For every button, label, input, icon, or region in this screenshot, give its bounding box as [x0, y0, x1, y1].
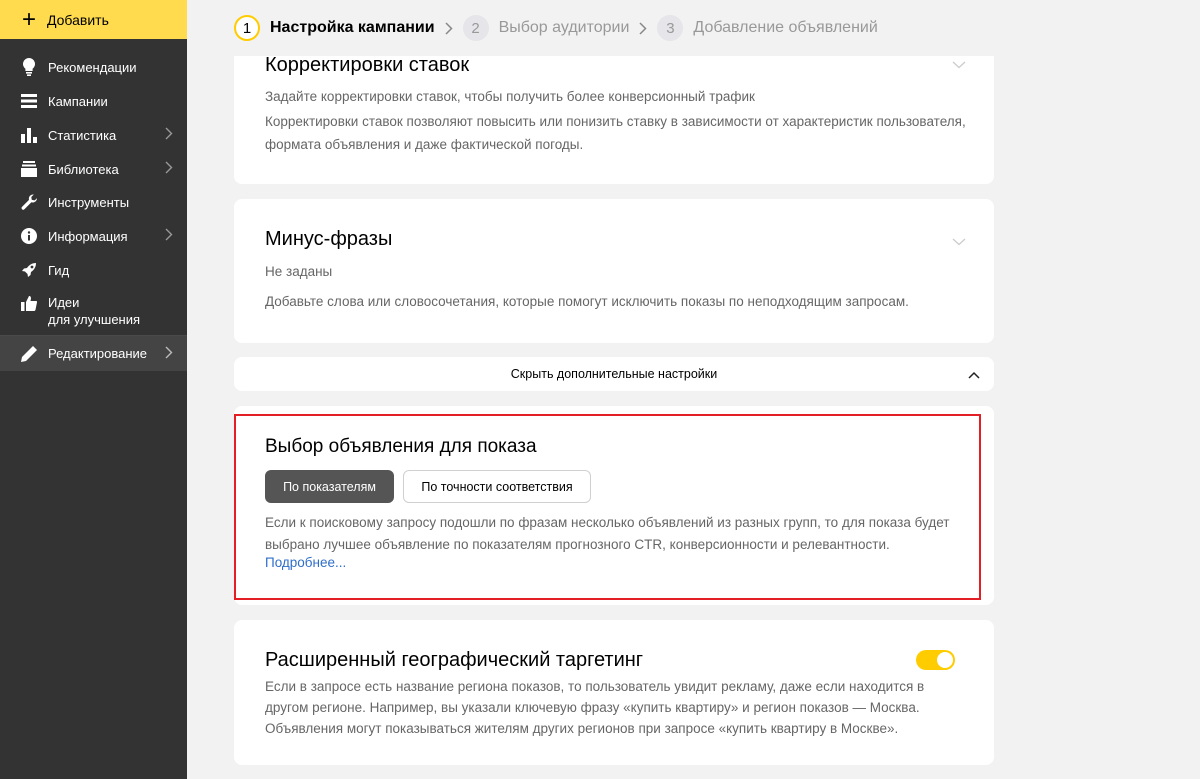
chevron-right-icon	[165, 346, 173, 362]
step-2-number: 2	[462, 15, 489, 41]
step-1-number: 1	[234, 15, 260, 41]
sidebar-item-editing[interactable]: Редактирование	[0, 336, 187, 371]
geo-targeting-title: Расширенный географический таргетинг	[265, 649, 644, 671]
option-by-match-accuracy-button[interactable]: По точности соответствия	[403, 470, 591, 503]
sidebar-item-library[interactable]: Библиотека	[0, 152, 187, 186]
step-3-label[interactable]: Добавление объявлений	[693, 19, 877, 37]
add-button[interactable]: + Добавить	[0, 0, 187, 39]
more-link[interactable]: Подробнее...	[265, 555, 346, 570]
info-icon	[20, 227, 38, 245]
sidebar-item-label: Статистика	[48, 127, 117, 143]
negative-phrases-description: Добавьте слова или словосочетания, котор…	[265, 294, 909, 309]
sidebar-item-label: Инструменты	[48, 194, 130, 210]
stepper: 1 Настройка кампании 2 Выбор аудитории 3…	[234, 13, 878, 43]
negative-phrases-card[interactable]: Минус-фразы Не заданы Добавьте слова или…	[234, 199, 994, 343]
geo-targeting-toggle[interactable]	[916, 650, 955, 670]
sidebar-item-campaigns[interactable]: Кампании	[0, 84, 187, 118]
negative-phrases-title: Минус-фразы	[265, 228, 393, 250]
bid-adjustments-title: Корректировки ставок	[265, 54, 470, 76]
list-icon	[20, 92, 38, 110]
sidebar-item-label: Идеи для улучшения	[48, 294, 140, 328]
sidebar-item-label: Кампании	[48, 93, 108, 109]
sidebar-item-recommendations[interactable]: Рекомендации	[0, 50, 187, 84]
bar-chart-icon	[20, 126, 38, 144]
chevron-down-icon[interactable]	[952, 56, 966, 74]
bid-adjustments-description: Корректировки ставок позволяют повысить …	[265, 114, 966, 152]
chevron-right-icon	[445, 21, 453, 35]
sidebar-item-tools[interactable]: Инструменты	[0, 185, 187, 219]
chevron-right-icon	[165, 127, 173, 143]
thumbs-up-icon	[20, 294, 38, 312]
sidebar-item-statistics[interactable]: Статистика	[0, 118, 187, 152]
chevron-right-icon	[165, 161, 173, 177]
sidebar-item-info[interactable]: Информация	[0, 219, 187, 253]
ad-selection-card: Выбор объявления для показа Если к поиск…	[234, 406, 994, 605]
step-3-number: 3	[657, 15, 684, 41]
library-icon	[20, 160, 38, 178]
lightbulb-icon	[20, 58, 38, 76]
add-button-label: Добавить	[47, 11, 109, 28]
chevron-right-icon	[639, 21, 647, 35]
option-by-metrics-button[interactable]: По показателям	[265, 470, 394, 503]
bid-adjustments-card: Корректировки ставок Задайте корректиров…	[234, 54, 994, 184]
geo-targeting-card: Расширенный географический таргетинг Есл…	[234, 620, 994, 765]
geo-targeting-description: Если в запросе есть название региона пок…	[265, 679, 925, 736]
chevron-down-icon[interactable]	[952, 233, 966, 251]
sidebar: + Добавить Рекомендации Кампании Статист…	[0, 0, 187, 779]
sidebar-item-label: Библиотека	[48, 161, 119, 177]
bid-adjustments-subtitle: Задайте корректировки ставок, чтобы полу…	[265, 89, 755, 104]
toggle-knob	[937, 652, 953, 668]
sidebar-item-ideas[interactable]: Идеи для улучшения	[0, 291, 187, 331]
chevron-right-icon	[165, 228, 173, 244]
hide-settings-toggle[interactable]: Скрыть дополнительные настройки	[234, 357, 994, 391]
rocket-icon	[20, 261, 38, 279]
negative-phrases-value: Не заданы	[265, 264, 333, 279]
chevron-up-icon	[968, 368, 980, 382]
sidebar-item-guide[interactable]: Гид	[0, 253, 187, 287]
ad-selection-title: Выбор объявления для показа	[265, 436, 537, 457]
sidebar-item-label: Информация	[48, 228, 128, 244]
pencil-icon	[20, 345, 38, 363]
ad-selection-description: Если к поисковому запросу подошли по фра…	[265, 515, 950, 552]
hide-settings-label: Скрыть дополнительные настройки	[510, 367, 718, 381]
wrench-icon	[20, 193, 38, 211]
plus-icon: +	[21, 5, 36, 33]
step-2-label[interactable]: Выбор аудитории	[499, 19, 630, 37]
sidebar-item-label-line1: Идеи	[48, 295, 80, 310]
sidebar-item-label-line2: для улучшения	[48, 312, 141, 327]
sidebar-item-label: Рекомендации	[48, 59, 137, 75]
sidebar-item-label: Гид	[48, 262, 70, 278]
step-1-label[interactable]: Настройка кампании	[270, 19, 435, 37]
sidebar-item-label: Редактирование	[48, 346, 148, 361]
